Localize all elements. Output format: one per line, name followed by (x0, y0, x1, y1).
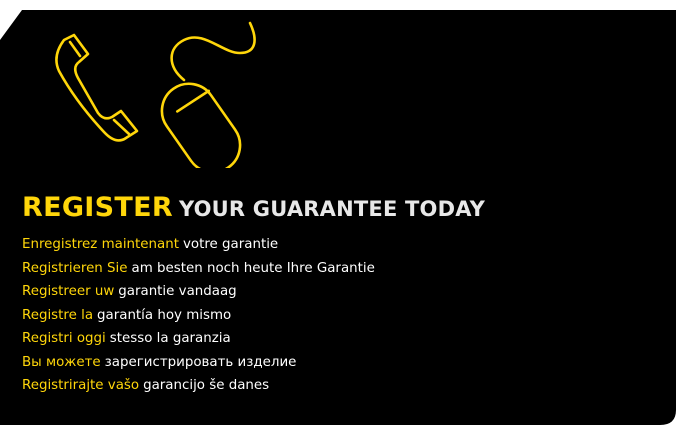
line-highlight: Registri oggi (22, 331, 106, 346)
page-title: REGISTER YOUR GUARANTEE TODAY (22, 186, 485, 224)
contact-icons (55, 21, 256, 168)
line-rest: stesso la garanzia (109, 331, 231, 346)
line-rest: garantie vandaag (118, 284, 237, 299)
phone-handset-icon (55, 33, 139, 142)
title-highlight: REGISTER (22, 192, 173, 223)
translation-line-de: Registrieren Sie am besten noch heute Ihr… (22, 257, 375, 281)
computer-mouse-icon (160, 21, 256, 168)
line-rest: am besten noch heute Ihre Garantie (131, 260, 375, 276)
line-highlight: Enregistrez maintenant (22, 237, 179, 252)
line-highlight: Registre la (22, 307, 94, 323)
translation-line-sl: Registrirajte vašo garancijo še danes (22, 374, 375, 398)
translation-line-it: Registri oggi stesso la garanzia (22, 327, 375, 351)
translation-line-fr: Enregistrez maintenant votre garantie (22, 233, 375, 257)
line-rest: votre garantie (182, 237, 279, 252)
translation-line-es: Registre la garantía hoy mismo (22, 304, 375, 328)
line-rest: зарегистрировать изделие (104, 354, 297, 370)
line-rest: garantía hoy mismo (97, 307, 232, 323)
guarantee-banner: REGISTER YOUR GUARANTEE TODAY Enregistrez… (0, 0, 686, 435)
line-highlight: Registrieren Sie (22, 260, 128, 276)
line-rest: garancijo še danes (143, 378, 270, 393)
title-rest: YOUR GUARANTEE TODAY (178, 197, 486, 221)
translation-list: Enregistrez maintenant votre garantie Reg… (22, 233, 375, 398)
translation-line-nl: Registreer uw garantie vandaag (22, 280, 375, 304)
line-highlight: Registrirajte vašo (22, 378, 140, 393)
line-highlight: Вы можете (22, 354, 101, 370)
line-highlight: Registreer uw (22, 284, 115, 299)
translation-line-ru: Вы можете зарегистрировать изделие (22, 351, 375, 375)
